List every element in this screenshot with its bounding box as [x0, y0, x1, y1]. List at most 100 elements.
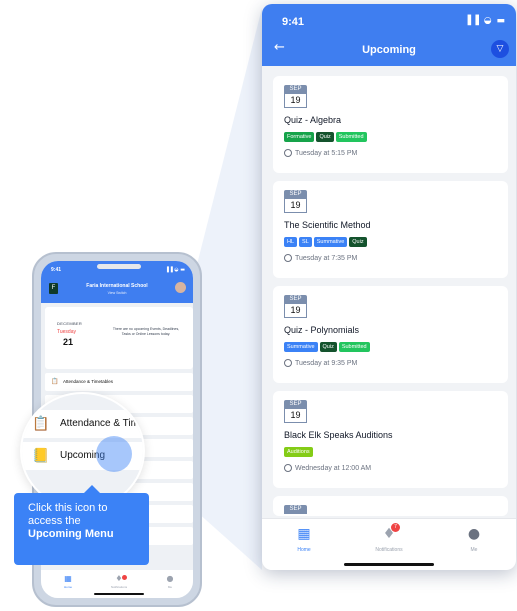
- notifications-badge: 7: [391, 523, 400, 532]
- event-month: SEP: [284, 190, 307, 199]
- calendar-date-icon: SEP 19: [284, 190, 307, 213]
- tag-sl: SL: [299, 237, 312, 247]
- tab-me-label: Me: [167, 585, 173, 589]
- tab-home[interactable]: ▦ Home: [262, 525, 346, 553]
- page-title: Upcoming: [362, 44, 416, 56]
- filter-icon[interactable]: ▽: [491, 40, 509, 58]
- tab-bar: ▦ Home ♦ 7 Notifications ● Me: [262, 518, 516, 570]
- menu-item-label: Attendance & Tim: [60, 418, 139, 429]
- event-month: SEP: [284, 400, 307, 409]
- tag-quiz: Quiz: [349, 237, 367, 247]
- notifications-badge: [122, 575, 127, 580]
- home-indicator: [94, 593, 144, 595]
- today-day: 21: [63, 337, 74, 347]
- tag-quiz: Quiz: [319, 342, 337, 352]
- event-day: 19: [284, 199, 307, 213]
- event-day: 19: [284, 409, 307, 423]
- tap-highlight: [96, 436, 132, 472]
- tab-bar: ▦ Home ♦ Notifications ● Me: [41, 570, 193, 598]
- clock-icon: [284, 254, 292, 262]
- event-card[interactable]: SEP 19 The Scientific Method HL SL Summa…: [273, 181, 508, 278]
- tab-notifications-label: Notifications: [110, 585, 128, 589]
- today-month: DECEMBER: [57, 321, 83, 326]
- calendar-date-icon: SEP: [284, 505, 307, 514]
- no-events-message: There are no upcoming Events, Deadlines,…: [112, 327, 180, 336]
- callout-emphasis: Upcoming Menu: [28, 528, 114, 540]
- event-time-text: Tuesday at 5:15 PM: [295, 149, 358, 157]
- status-time: 9:41: [51, 267, 62, 273]
- tag-hl: HL: [284, 237, 298, 247]
- instruction-callout: Click this icon to access the Upcoming M…: [14, 485, 149, 565]
- event-day: 19: [284, 94, 307, 108]
- home-indicator: [344, 563, 434, 566]
- timetable-icon: 📋: [51, 379, 59, 385]
- upcoming-notebook-icon: 📒: [32, 447, 50, 463]
- event-title: Quiz - Polynomials: [284, 325, 360, 335]
- tab-notifications[interactable]: ♦ Notifications: [94, 574, 144, 589]
- event-month: SEP: [284, 295, 307, 304]
- tab-home-label: Home: [297, 547, 311, 553]
- event-month: SEP: [284, 505, 307, 514]
- tag-quiz: Quiz: [316, 132, 334, 142]
- callout-pointer: [84, 485, 100, 493]
- today-weekday: Tuesday: [57, 329, 76, 335]
- callout-line: access the: [28, 515, 81, 527]
- event-tags: HL SL Summative Quiz: [284, 237, 497, 248]
- status-icons: ▐▐ ◒ ▬: [464, 16, 506, 26]
- calendar-date-icon: SEP 19: [284, 400, 307, 423]
- callout-line: Click this icon to: [28, 502, 108, 514]
- event-month: SEP: [284, 85, 307, 94]
- phone-notch: [97, 264, 141, 269]
- event-card[interactable]: SEP 19 Quiz - Algebra Formative Quiz Sub…: [273, 76, 508, 173]
- event-time-text: Tuesday at 7:35 PM: [295, 254, 358, 262]
- calendar-date-icon: SEP 19: [284, 85, 307, 108]
- school-header: 9:41 ▐▐ ◒ ▬ F Faria International School…: [41, 261, 193, 303]
- event-title: Quiz - Algebra: [284, 115, 342, 125]
- home-grid-icon: ▦: [297, 526, 311, 542]
- menu-item-label: Attendance & Timetables: [63, 379, 114, 384]
- event-tags: Summative Quiz Submitted: [284, 342, 497, 353]
- event-time-text: Wednesday at 12:00 AM: [295, 464, 372, 472]
- event-card[interactable]: SEP: [273, 496, 508, 516]
- clock-icon: [284, 359, 292, 367]
- status-icons: ▐▐ ◒ ▬: [165, 267, 185, 273]
- view-switch-link[interactable]: View Switch: [41, 291, 193, 295]
- event-card[interactable]: SEP 19 Black Elk Speaks Auditions Auditi…: [273, 391, 508, 488]
- event-card[interactable]: SEP 19 Quiz - Polynomials Summative Quiz…: [273, 286, 508, 383]
- user-icon: ●: [467, 526, 481, 542]
- event-time: Tuesday at 5:15 PM: [284, 149, 497, 157]
- tab-home-label: Home: [63, 585, 72, 589]
- school-name: Faria International School: [86, 283, 148, 289]
- menu-item-attendance[interactable]: 📋 Attendance & Tim: [22, 410, 143, 438]
- event-time: Tuesday at 9:35 PM: [284, 359, 497, 367]
- bell-icon: ♦: [382, 526, 396, 542]
- event-title: Black Elk Speaks Auditions: [284, 430, 393, 440]
- avatar[interactable]: [175, 282, 186, 293]
- clock-icon: [284, 464, 292, 472]
- tag-submitted: Submitted: [338, 342, 370, 352]
- calendar-date-icon: SEP 19: [284, 295, 307, 318]
- tag-submitted: Submitted: [335, 132, 367, 142]
- bell-icon: ♦: [115, 574, 123, 583]
- menu-item-attendance[interactable]: 📋 Attendance & Timetables: [45, 373, 193, 391]
- event-title: The Scientific Method: [284, 220, 371, 230]
- clock-icon: [284, 149, 292, 157]
- upcoming-screen-phone: 9:41 ▐▐ ◒ ▬ ← Upcoming ▽ SEP 19 Quiz - A…: [262, 4, 516, 570]
- tag-summative: Summative: [284, 342, 318, 352]
- tab-notifications-label: Notifications: [375, 547, 403, 553]
- tag-summative: Summative: [313, 237, 348, 247]
- user-icon: ●: [166, 574, 174, 583]
- event-time: Wednesday at 12:00 AM: [284, 464, 497, 472]
- tab-home[interactable]: ▦ Home: [43, 574, 93, 589]
- event-day: 19: [284, 304, 307, 318]
- event-list: SEP 19 Quiz - Algebra Formative Quiz Sub…: [273, 76, 508, 524]
- tab-me[interactable]: ● Me: [432, 525, 516, 553]
- event-tags: Auditions: [284, 447, 497, 458]
- home-grid-icon: ▦: [64, 574, 72, 583]
- today-card: DECEMBER Tuesday 21 There are no upcomin…: [45, 307, 193, 369]
- event-tags: Formative Quiz Submitted: [284, 132, 497, 143]
- tag-formative: Formative: [284, 132, 315, 142]
- tab-notifications[interactable]: ♦ 7 Notifications: [347, 523, 431, 553]
- event-time-text: Tuesday at 9:35 PM: [295, 359, 358, 367]
- tab-me[interactable]: ● Me: [145, 574, 193, 589]
